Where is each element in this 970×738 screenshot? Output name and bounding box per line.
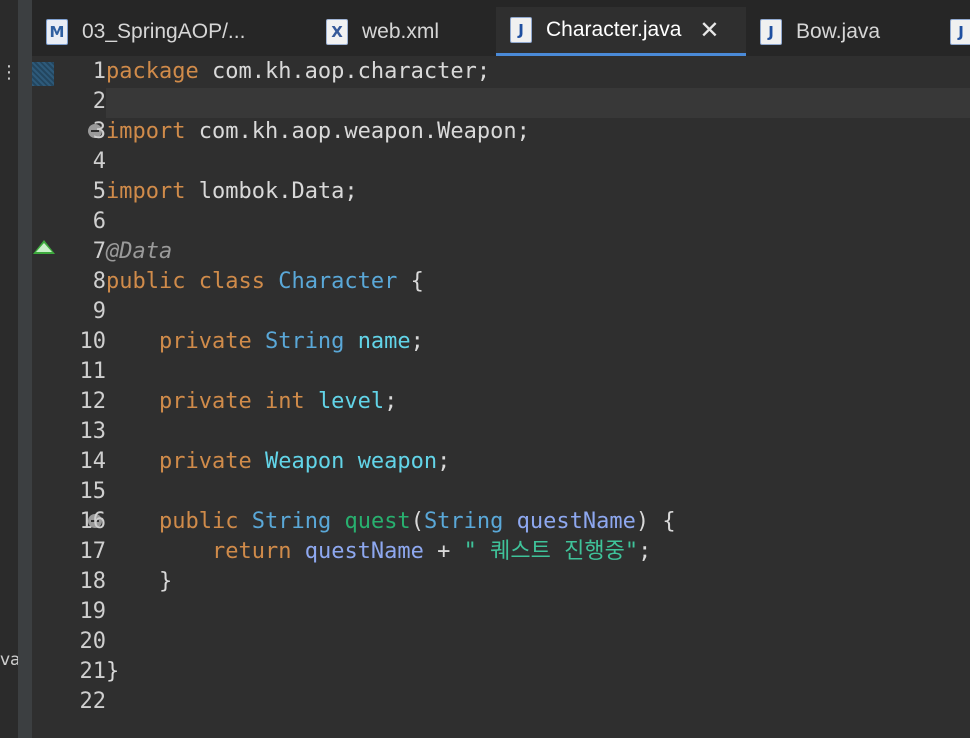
line-number: 7 bbox=[92, 239, 106, 264]
class-name: Character bbox=[278, 269, 398, 294]
keyword: private int bbox=[158, 389, 305, 414]
type-name: Weapon bbox=[264, 449, 345, 474]
line-number: 9 bbox=[92, 299, 106, 324]
panel-truncated-text: va bbox=[0, 650, 21, 670]
method-name: quest bbox=[344, 509, 411, 534]
line-number: 16 bbox=[79, 509, 107, 534]
keyword: return bbox=[211, 539, 292, 564]
field-name: level bbox=[317, 389, 385, 414]
java-file-icon: J bbox=[950, 18, 970, 45]
view-divider[interactable] bbox=[18, 0, 32, 738]
parameter-name: questName bbox=[516, 509, 636, 534]
keyword: public class bbox=[106, 269, 265, 294]
line-number: 20 bbox=[79, 629, 107, 654]
tab-overflow-java[interactable]: J bbox=[950, 7, 970, 56]
type-name: String bbox=[251, 509, 332, 534]
close-icon[interactable]: ✕ bbox=[699, 16, 719, 45]
code-text: com.kh.aop.weapon.Weapon; bbox=[185, 119, 530, 144]
code-text: ; bbox=[384, 389, 398, 414]
type-name: String bbox=[423, 509, 504, 534]
parameter-name: questName bbox=[304, 539, 424, 564]
java-file-icon: J bbox=[760, 18, 782, 45]
tab-label: web.xml bbox=[362, 19, 440, 43]
line-number: 10 bbox=[79, 329, 107, 354]
tab-character-java[interactable]: J Character.java ✕ bbox=[496, 7, 746, 56]
code-text: } bbox=[106, 659, 120, 684]
line-number: 5 bbox=[92, 179, 106, 204]
code-line-7: @Data bbox=[106, 237, 172, 267]
code-text: { bbox=[397, 269, 424, 294]
panel-marker: ⋮ bbox=[0, 62, 18, 83]
line-number: 17 bbox=[79, 539, 107, 564]
line-number: 6 bbox=[92, 209, 106, 234]
code-text: + bbox=[423, 539, 464, 564]
code-line-1: package com.kh.aop.character; bbox=[106, 57, 490, 87]
tab-label: 03_SpringAOP/... bbox=[82, 19, 246, 43]
line-number: 15 bbox=[79, 479, 107, 504]
line-number: 12 bbox=[79, 389, 107, 414]
code-line-12: private int level; bbox=[106, 387, 397, 417]
code-line-17: return questName + " 퀘스트 진행중"; bbox=[106, 537, 651, 567]
editor-tab-bar: M 03_SpringAOP/... X web.xml J Character… bbox=[32, 0, 970, 56]
code-text: ) { bbox=[635, 509, 676, 534]
java-file-icon: J bbox=[510, 17, 532, 43]
type-name: String bbox=[264, 329, 345, 354]
tab-web-xml[interactable]: X web.xml bbox=[326, 7, 439, 56]
field-name: name bbox=[357, 329, 411, 354]
code-text: ; bbox=[410, 329, 424, 354]
code-text: com.kh.aop.character; bbox=[198, 59, 491, 84]
keyword: import bbox=[106, 119, 186, 144]
code-line-3: import com.kh.aop.weapon.Weapon; bbox=[106, 117, 530, 147]
tab-maven-project[interactable]: M 03_SpringAOP/... bbox=[46, 7, 245, 56]
keyword: package bbox=[106, 59, 199, 84]
code-text: lombok.Data; bbox=[185, 179, 358, 204]
tab-label: Bow.java bbox=[796, 19, 881, 43]
code-text: } bbox=[158, 569, 173, 594]
code-line-5: import lombok.Data; bbox=[106, 177, 358, 207]
keyword: private bbox=[158, 449, 252, 474]
code-line-16: public String quest(String questName) { bbox=[106, 507, 676, 537]
line-number: 14 bbox=[79, 449, 107, 474]
code-text: ( bbox=[410, 509, 424, 534]
code-line-8: public class Character { bbox=[106, 267, 424, 297]
code-editor[interactable]: package com.kh.aop.character; import com… bbox=[106, 56, 970, 738]
code-line-10: private String name; bbox=[106, 327, 424, 357]
line-number: 19 bbox=[79, 599, 107, 624]
field-name: weapon bbox=[357, 449, 438, 474]
line-number: 21 bbox=[79, 659, 107, 684]
line-number: 3 bbox=[92, 119, 106, 144]
line-number: 22 bbox=[79, 689, 107, 714]
tab-label: Character.java bbox=[546, 18, 682, 41]
line-number: 18 bbox=[79, 569, 107, 594]
keyword: import bbox=[106, 179, 186, 204]
code-line-21: } bbox=[106, 657, 119, 687]
string-literal: " 퀘스트 진행중" bbox=[463, 539, 639, 564]
xml-file-icon: X bbox=[326, 18, 348, 45]
tab-bow-java[interactable]: J Bow.java bbox=[760, 7, 880, 56]
line-number: 13 bbox=[79, 419, 107, 444]
line-number: 8 bbox=[92, 269, 106, 294]
code-text: ; bbox=[638, 539, 652, 564]
keyword: private bbox=[158, 329, 252, 354]
code-line-18: } bbox=[106, 567, 172, 597]
line-number: 11 bbox=[79, 359, 107, 384]
code-text: ; bbox=[437, 449, 451, 474]
keyword: public bbox=[158, 509, 239, 534]
line-number: 4 bbox=[92, 149, 106, 174]
line-number: 1 bbox=[92, 59, 106, 84]
package-explorer-edge: ⋮ va bbox=[0, 0, 21, 738]
line-number: 2 bbox=[92, 89, 106, 114]
code-line-14: private Weapon weapon; bbox=[106, 447, 450, 477]
maven-icon: M bbox=[46, 18, 68, 45]
annotation: @Data bbox=[106, 239, 173, 264]
